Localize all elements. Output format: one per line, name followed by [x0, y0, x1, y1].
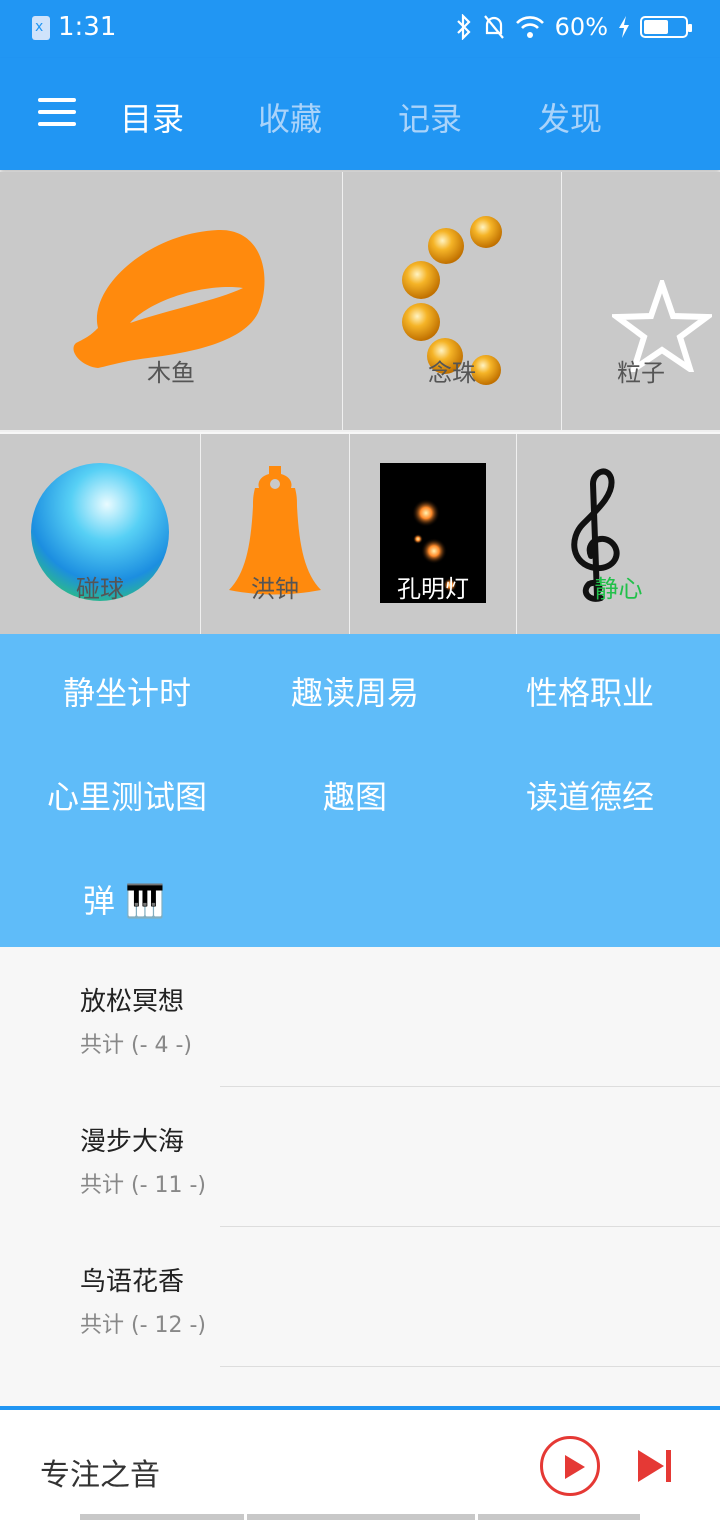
grid-item-label: 静心 — [594, 575, 643, 603]
playlist-list: 放松冥想 共计 (- 4 -) 漫步大海 共计 (- 11 -) 鸟语花香 共计… — [0, 947, 720, 1407]
sim-icon: x — [32, 16, 50, 40]
grid-item-label: 木鱼 — [147, 359, 195, 387]
skip-next-icon[interactable] — [638, 1450, 674, 1482]
link-meditation-timer[interactable]: 静坐计时 — [7, 668, 247, 714]
instrument-grid-row1: 木鱼 念珠 粒子 — [0, 172, 720, 432]
list-item-count: 共计 (- 12 -) — [80, 1313, 207, 1338]
link-psych-test[interactable]: 心里测试图 — [7, 772, 247, 818]
link-play-piano[interactable]: 弹 🎹 — [4, 876, 244, 922]
wifi-icon — [515, 16, 544, 38]
app-bar: 目录 收藏 记录 发现 — [0, 58, 720, 170]
charging-icon — [619, 16, 629, 38]
grid-item-sky-lantern[interactable]: 孔明灯 — [350, 434, 517, 634]
battery-icon — [640, 16, 692, 38]
list-item[interactable]: 鸟语花香 共计 (- 12 -) — [0, 1227, 720, 1367]
tab-catalog[interactable]: 目录 — [120, 94, 184, 140]
link-yijing[interactable]: 趣读周易 — [235, 668, 475, 714]
grid-item-label: 碰球 — [76, 575, 124, 603]
bluetooth-icon — [456, 14, 471, 40]
grid-item-bell[interactable]: 洪钟 — [201, 434, 350, 634]
grid-item-label: 粒子 — [617, 359, 665, 387]
list-item-title: 鸟语花香 — [80, 1267, 185, 1297]
bottom-indicator-1 — [80, 1514, 244, 1520]
grid-item-wooden-fish[interactable]: 木鱼 — [0, 172, 343, 430]
list-item-title: 放松冥想 — [80, 987, 185, 1017]
grid-item-ball[interactable]: 碰球 — [0, 434, 201, 634]
grid-item-label: 念珠 — [428, 359, 476, 387]
grid-item-label: 洪钟 — [251, 575, 299, 603]
divider — [220, 1366, 720, 1367]
mini-player[interactable]: 专注之音 — [0, 1406, 720, 1520]
bottom-indicator-3 — [478, 1514, 640, 1520]
menu-icon[interactable] — [38, 98, 76, 126]
list-item-count: 共计 (- 4 -) — [80, 1033, 193, 1058]
list-item-title: 漫步大海 — [80, 1127, 185, 1157]
battery-percent: 60% — [554, 13, 608, 41]
list-item-count: 共计 (- 11 -) — [80, 1173, 207, 1198]
instrument-grid-row2: 碰球 洪钟 孔明灯 静心 — [0, 434, 720, 634]
tab-discover[interactable]: 发现 — [538, 94, 602, 140]
grid-item-calm[interactable]: 静心 — [517, 434, 720, 634]
link-personality-career[interactable]: 性格职业 — [470, 668, 710, 714]
player-track-title: 专注之音 — [40, 1458, 160, 1493]
link-fun-pictures[interactable]: 趣图 — [235, 772, 475, 818]
list-item[interactable]: 放松冥想 共计 (- 4 -) — [0, 947, 720, 1087]
status-bar: x 1:31 60% — [0, 0, 720, 58]
status-time: 1:31 — [58, 12, 117, 42]
wooden-fish-icon — [73, 229, 265, 368]
tab-history[interactable]: 记录 — [398, 94, 462, 140]
bell-muted-icon — [483, 15, 504, 39]
grid-item-label: 孔明灯 — [397, 575, 469, 603]
list-item[interactable]: 漫步大海 共计 (- 11 -) — [0, 1087, 720, 1227]
link-tao-te-ching[interactable]: 读道德经 — [470, 772, 710, 818]
status-right: 60% — [455, 13, 692, 41]
battery-fill — [644, 20, 668, 34]
play-icon[interactable] — [540, 1436, 600, 1496]
bottom-indicator-2 — [247, 1514, 475, 1520]
quick-links-panel: 静坐计时 趣读周易 性格职业 心里测试图 趣图 读道德经 弹 🎹 — [0, 634, 720, 947]
grid-item-particles[interactable]: 粒子 — [562, 172, 720, 430]
tab-favorites[interactable]: 收藏 — [258, 94, 322, 140]
grid-item-prayer-beads[interactable]: 念珠 — [343, 172, 562, 430]
